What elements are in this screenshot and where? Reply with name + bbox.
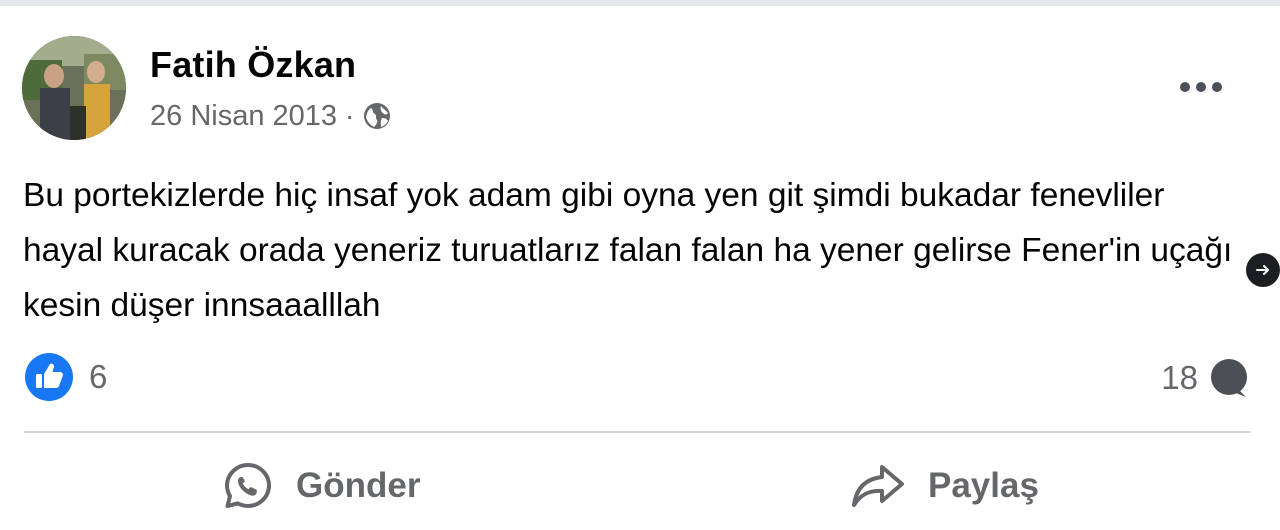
send-button[interactable]: Gönder xyxy=(222,456,420,516)
post-card: Fatih Özkan 26 Nisan 2013 · Bu portekizl… xyxy=(0,6,1280,530)
author-name[interactable]: Fatih Özkan xyxy=(150,44,356,86)
comment-bubble-icon xyxy=(1211,359,1247,397)
post-text: Bu portekizlerde hiç insaf yok adam gibi… xyxy=(23,177,1233,324)
post-meta: 26 Nisan 2013 · xyxy=(150,99,392,133)
share-label: Paylaş xyxy=(928,466,1039,505)
reaction-count: 6 xyxy=(89,358,108,395)
like-icon xyxy=(25,353,73,401)
more-icon xyxy=(1180,82,1222,92)
reactions-summary[interactable]: 6 xyxy=(25,353,107,401)
more-options-button[interactable] xyxy=(1168,62,1234,112)
meta-separator: · xyxy=(345,100,355,131)
action-divider xyxy=(24,431,1250,433)
author-avatar[interactable] xyxy=(22,36,126,140)
next-arrow-button[interactable] xyxy=(1246,253,1280,287)
post-date[interactable]: 26 Nisan 2013 xyxy=(150,100,337,133)
comments-summary[interactable]: 18 xyxy=(1161,355,1250,401)
globe-icon xyxy=(362,101,392,131)
send-label: Gönder xyxy=(296,466,421,505)
share-button[interactable]: Paylaş xyxy=(850,456,1039,516)
avatar-photo xyxy=(22,36,126,140)
arrow-right-icon xyxy=(1256,265,1269,275)
whatsapp-icon xyxy=(225,463,271,508)
comment-count: 18 xyxy=(1161,359,1198,396)
share-icon xyxy=(852,465,904,507)
